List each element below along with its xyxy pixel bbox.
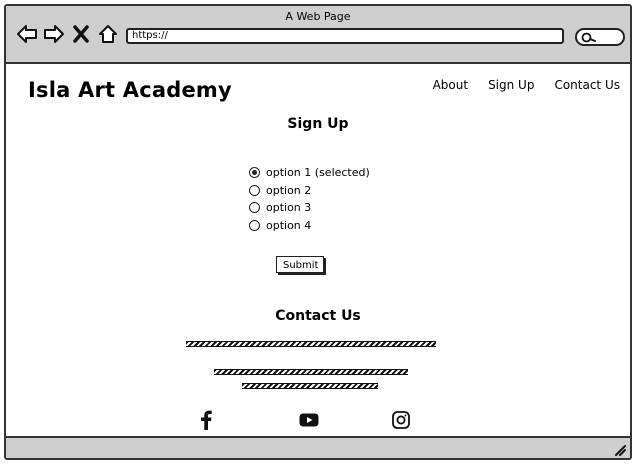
nav-link-sign-up[interactable]: Sign Up <box>488 78 534 92</box>
radio-label: option 1 (selected) <box>266 166 370 180</box>
nav-link-about[interactable]: About <box>433 78 468 92</box>
facebook-icon[interactable] <box>195 409 217 431</box>
signup-radio-group: option 1 (selected) option 2 option 3 op… <box>249 164 370 234</box>
radio-label: option 4 <box>266 218 312 232</box>
top-navigation: About Sign Up Contact Us <box>433 78 620 92</box>
contact-heading: Contact Us <box>275 308 361 324</box>
radio-option-3[interactable]: option 3 <box>249 199 370 217</box>
radio-option-2[interactable]: option 2 <box>249 182 370 200</box>
instagram-icon[interactable] <box>390 409 412 431</box>
youtube-icon[interactable] <box>298 409 320 431</box>
radio-button-selected[interactable] <box>249 167 260 179</box>
radio-option-4[interactable]: option 4 <box>249 217 370 235</box>
site-brand: Isla Art Academy <box>28 78 232 102</box>
browser-search-field[interactable] <box>575 28 625 46</box>
contact-text-placeholder-line-1 <box>186 341 436 347</box>
radio-button[interactable] <box>249 202 260 214</box>
browser-status-bar <box>6 436 630 458</box>
nav-link-contact-us[interactable]: Contact Us <box>554 78 620 92</box>
browser-chrome: A Web Page https:// <box>6 6 630 64</box>
search-icon <box>581 32 596 43</box>
radio-label: option 2 <box>266 183 312 197</box>
home-icon[interactable] <box>96 22 119 45</box>
forward-arrow-icon[interactable] <box>42 22 65 45</box>
browser-nav-icons <box>15 22 119 45</box>
signup-heading: Sign Up <box>287 116 349 132</box>
close-x-icon[interactable] <box>69 22 92 45</box>
radio-button[interactable] <box>249 219 260 231</box>
radio-label: option 3 <box>266 201 312 215</box>
radio-button[interactable] <box>249 184 260 196</box>
page-content: Isla Art Academy About Sign Up Contact U… <box>6 64 630 440</box>
radio-option-1[interactable]: option 1 (selected) <box>249 164 370 182</box>
back-arrow-icon[interactable] <box>15 22 38 45</box>
browser-window: A Web Page https:// Isla Art Academy Abo… <box>4 4 632 460</box>
url-bar[interactable]: https:// <box>126 28 564 44</box>
resize-grip-icon[interactable] <box>612 442 626 456</box>
submit-button[interactable]: Submit <box>276 256 324 273</box>
contact-text-placeholder-line-3 <box>242 383 378 389</box>
contact-text-placeholder-line-2 <box>214 369 408 375</box>
